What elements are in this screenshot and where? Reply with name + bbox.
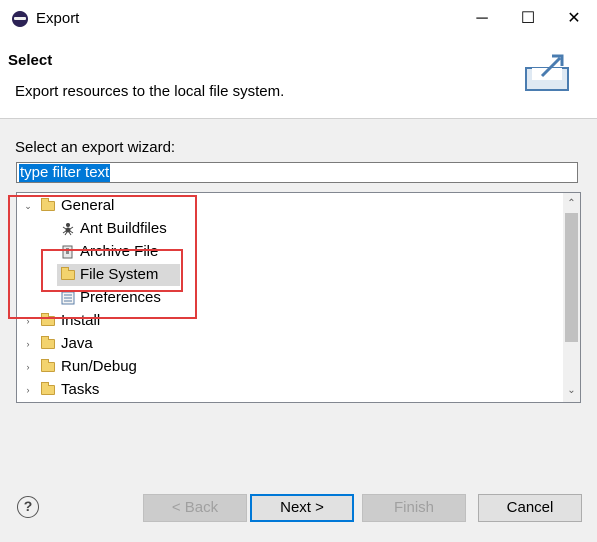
chevron-right-icon[interactable]: › (23, 379, 33, 401)
scroll-down-icon[interactable]: ⌄ (563, 382, 580, 399)
tree-item-label: Java (61, 335, 93, 352)
scroll-up-icon[interactable]: ⌃ (563, 195, 580, 212)
page-title: Select (8, 52, 53, 69)
back-button[interactable]: < Back (143, 494, 247, 522)
chevron-right-icon[interactable]: › (23, 356, 33, 378)
chevron-right-icon[interactable]: › (23, 333, 33, 355)
tree-item-tasks[interactable]: › Tasks (17, 379, 564, 401)
eclipse-icon (12, 11, 28, 27)
highlight-box-file-system (41, 249, 183, 292)
tree-item-java[interactable]: › Java (17, 333, 564, 355)
scrollbar-thumb[interactable] (565, 213, 578, 342)
tree-item-run-debug[interactable]: › Run/Debug (17, 356, 564, 378)
finish-button[interactable]: Finish (362, 494, 466, 522)
close-button[interactable]: ✕ (551, 0, 597, 38)
wizard-header: Select Export resources to the local fil… (0, 38, 597, 119)
title-bar: Export ─ ☐ ✕ (0, 0, 597, 38)
page-description: Export resources to the local file syste… (15, 83, 285, 100)
minimize-button[interactable]: ─ (459, 0, 505, 38)
help-button[interactable]: ? (17, 496, 39, 518)
folder-icon (41, 359, 55, 372)
next-button[interactable]: Next > (250, 494, 354, 522)
tree-scrollbar[interactable]: ⌃ ⌄ (563, 193, 580, 402)
tree-item-label: Tasks (61, 381, 100, 398)
folder-icon (41, 382, 55, 395)
filter-text[interactable]: type filter text (19, 164, 111, 182)
maximize-button[interactable]: ☐ (505, 0, 551, 38)
window-title: Export (36, 10, 80, 27)
cancel-button[interactable]: Cancel (478, 494, 582, 522)
folder-icon (41, 336, 55, 349)
export-wizard-icon (520, 46, 576, 100)
wizard-label: Select an export wizard: (15, 139, 176, 156)
tree-item-label: Run/Debug (61, 358, 137, 375)
